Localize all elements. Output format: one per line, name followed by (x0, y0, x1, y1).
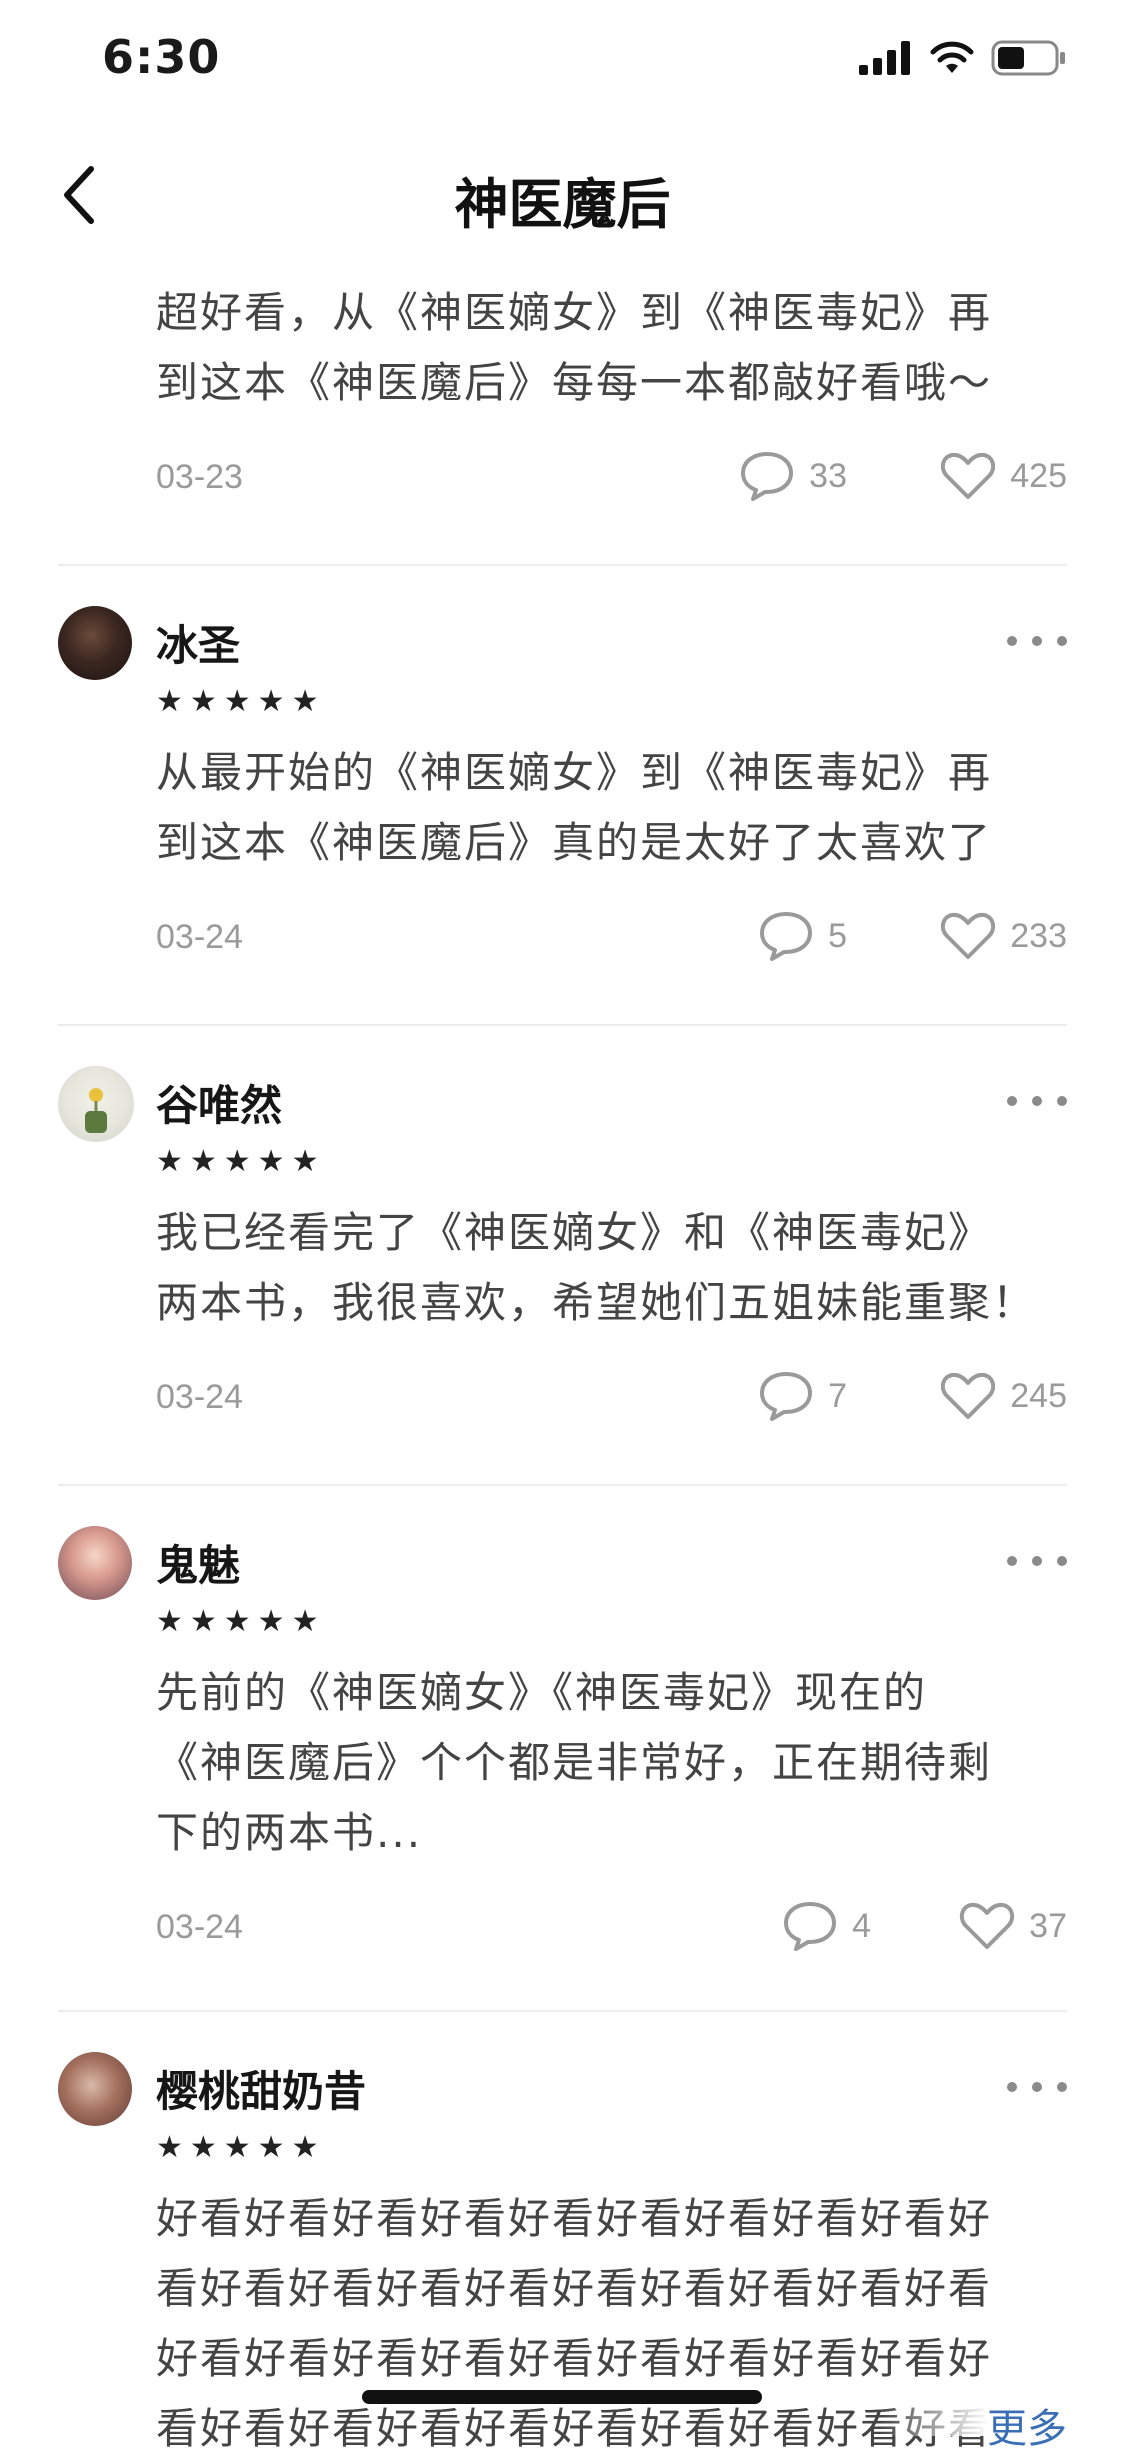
heart-outline-icon (941, 1372, 996, 1419)
review-meta: 03-23 33 425 (156, 446, 1067, 506)
review-date: 03-23 (156, 458, 243, 496)
avatar[interactable] (58, 1066, 134, 1142)
expand-more-link[interactable]: 更多 (987, 2396, 1067, 2454)
star-rating: ★★★★★ (156, 684, 326, 719)
like-count: 233 (1010, 916, 1067, 955)
comment-bubble-icon (784, 1902, 837, 1951)
review-meta: 03-24 4 37 (156, 1896, 1067, 1956)
more-dots-icon[interactable] (1007, 1546, 1067, 1576)
battery-icon (991, 40, 1065, 76)
comment-count: 33 (809, 456, 847, 495)
username[interactable]: 冰圣 (156, 612, 240, 673)
avatar-image (85, 1088, 107, 1133)
comment-button[interactable]: 4 (782, 1896, 871, 1956)
comment-count: 4 (852, 1906, 871, 1945)
heart-outline-icon (941, 452, 996, 499)
wifi-icon (930, 41, 974, 73)
heart-outline-icon (960, 1902, 1015, 1949)
review-date: 03-24 (156, 1908, 243, 1946)
review-date: 03-24 (156, 918, 243, 956)
nav-bar: 神医魔后 (0, 140, 1125, 250)
divider (58, 1024, 1067, 1026)
username[interactable]: 樱桃甜奶昔 (156, 2058, 366, 2119)
more-dots-icon[interactable] (1007, 2072, 1067, 2102)
more-dots-icon[interactable] (1007, 1086, 1067, 1116)
divider (58, 2010, 1067, 2012)
comment-bubble-icon (760, 1372, 813, 1421)
like-button[interactable]: 233 (940, 906, 1067, 966)
divider (58, 1484, 1067, 1486)
review-content: 从最开始的《神医嫡女》到《神医毒妃》再 到这本《神医魔后》真的是太好了太喜欢了 (156, 748, 993, 867)
review-content: 先前的《神医嫡女》《神医毒妃》现在的 《神医魔后》个个都是非常好，正在期待剩 下… (156, 1668, 993, 1857)
comment-count: 5 (828, 916, 847, 955)
username[interactable]: 鬼魅 (156, 1532, 240, 1593)
status-icons (859, 38, 1067, 78)
like-count: 425 (1010, 456, 1067, 495)
page-title: 神医魔后 (454, 173, 671, 236)
review-content: 我已经看完了《神医嫡女》和《神医毒妃》 两本书，我很喜欢，希望她们五姐妹能重聚！ (156, 1208, 1037, 1327)
like-count: 37 (1029, 1906, 1067, 1945)
review-meta: 03-24 7 245 (156, 1366, 1067, 1426)
avatar[interactable] (58, 1526, 132, 1600)
review-date: 03-24 (156, 1378, 243, 1416)
avatar[interactable] (58, 606, 132, 680)
comment-bubble-icon (760, 912, 813, 961)
star-rating: ★★★★★ (156, 2130, 326, 2165)
comment-bubble-icon (741, 452, 794, 501)
like-button[interactable]: 425 (940, 446, 1067, 506)
like-count: 245 (1010, 1376, 1067, 1415)
star-rating: ★★★★★ (156, 1604, 326, 1639)
username[interactable]: 谷唯然 (156, 1072, 282, 1133)
status-bar: 6:30 (0, 0, 1125, 120)
review-meta: 03-24 5 233 (156, 906, 1067, 966)
divider (58, 564, 1067, 566)
comment-button[interactable]: 5 (758, 906, 847, 966)
avatar[interactable] (58, 2052, 132, 2126)
review-content: 超好看，从《神医嫡女》到《神医毒妃》再 到这本《神医魔后》每每一本都敲好看哦～ (156, 288, 993, 407)
comment-count: 7 (828, 1376, 847, 1415)
signal-icon (859, 41, 910, 75)
like-button[interactable]: 37 (959, 1896, 1067, 1956)
status-time: 6:30 (102, 30, 221, 84)
text-fade (880, 2384, 990, 2436)
home-indicator (362, 2390, 762, 2404)
comment-button[interactable]: 33 (739, 446, 847, 506)
star-rating: ★★★★★ (156, 1144, 326, 1179)
heart-outline-icon (941, 912, 996, 959)
like-button[interactable]: 245 (940, 1366, 1067, 1426)
comment-button[interactable]: 7 (758, 1366, 847, 1426)
more-dots-icon[interactable] (1007, 626, 1067, 656)
